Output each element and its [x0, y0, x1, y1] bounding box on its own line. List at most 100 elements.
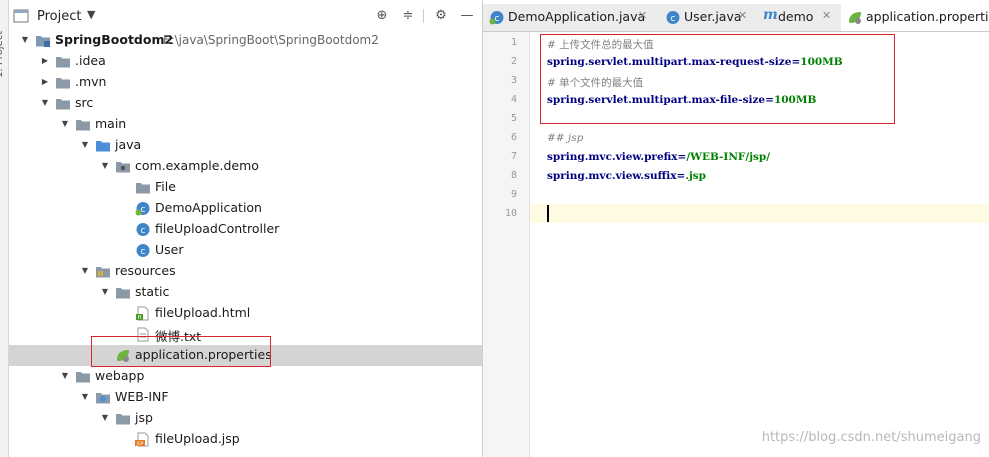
tree-row[interactable]: ▼ main [9, 114, 482, 135]
line-number: 5 [510, 113, 517, 124]
spring-boot-class-icon: c [489, 10, 505, 25]
highlight-box-properties-file [91, 336, 271, 367]
tree-row[interactable]: HfileUpload.html [9, 303, 482, 324]
spring-boot-class-icon: c [135, 201, 151, 216]
property-separator: = [676, 170, 686, 182]
tree-row[interactable]: ▼ SpringBootdom2 E:\java\SpringBoot\Spring… [9, 30, 482, 51]
folder-icon [135, 180, 151, 195]
source-folder-icon [95, 138, 111, 153]
tree-item-label: java [115, 137, 142, 152]
tree-item-label: fileUpload.html [155, 305, 251, 320]
line-number: 2 [510, 56, 517, 67]
tab-label: DemoApplication.java [508, 9, 646, 24]
tree-item-label: File [155, 179, 176, 194]
tree-item-label: jsp [135, 410, 153, 425]
chevron-down-icon[interactable]: ▼ [79, 390, 91, 404]
maven-icon: m [763, 7, 779, 25]
tree-row[interactable]: ▼ WEB-INF [9, 387, 482, 408]
folder-icon [115, 411, 131, 426]
tree-row[interactable]: ▶ .mvn [9, 72, 482, 93]
project-tree: ▼ SpringBootdom2 E:\java\SpringBoot\Spring… [9, 30, 482, 457]
close-icon[interactable]: ✕ [822, 9, 831, 22]
tree-row[interactable]: c fileUploadController [9, 219, 482, 240]
folder-icon [75, 369, 91, 384]
tab-label: User.java [684, 9, 742, 24]
line-number: 6 [510, 132, 517, 143]
tree-item-label: fileUploadController [155, 221, 280, 236]
tab-label: application.properties [866, 9, 989, 24]
close-icon[interactable]: ✕ [738, 9, 747, 22]
tree-row[interactable]: ▼ webapp [9, 366, 482, 387]
property-key: spring.mvc.view.suffix [547, 170, 677, 182]
tree-item-label: webapp [95, 368, 145, 383]
editor-tab[interactable]: c DemoApplication.java ✕ [483, 4, 657, 31]
tree-row[interactable]: ▶ .idea [9, 51, 482, 72]
highlight-box-upload-settings [540, 34, 895, 124]
tree-row[interactable]: File [9, 177, 482, 198]
chevron-down-icon[interactable]: ▼ [39, 96, 51, 110]
tree-row[interactable]: ▼ java [9, 135, 482, 156]
chevron-down-icon[interactable]: ▼ [99, 285, 111, 299]
line-number: 10 [504, 208, 517, 219]
chevron-down-icon[interactable]: ▼ [19, 33, 31, 47]
text-cursor [547, 205, 549, 222]
folder-icon [75, 117, 91, 132]
chevron-down-icon[interactable]: ▼ [59, 369, 71, 383]
folder-icon [55, 54, 71, 69]
project-view-selector[interactable]: Project [37, 9, 81, 24]
tree-item-label: DemoApplication [155, 200, 262, 215]
chevron-down-icon[interactable]: ▼ [87, 8, 95, 21]
hide-panel-icon[interactable]: — [458, 7, 476, 25]
svg-text:c: c [141, 247, 146, 257]
tree-row[interactable]: ▼ jsp [9, 408, 482, 429]
project-tool-window-strip[interactable]: 1: Project [0, 0, 9, 457]
collapse-all-icon[interactable]: ≑ [399, 7, 417, 25]
tree-row[interactable]: c DemoApplication [9, 198, 482, 219]
editor-tab-bar: c DemoApplication.java ✕ c User.java ✕ m demo ✕ a… [483, 4, 989, 32]
editor-tab[interactable]: application.properties [841, 4, 989, 31]
class-icon: c [665, 10, 681, 25]
editor-tab[interactable]: m demo ✕ [757, 4, 839, 31]
property-value: .jsp [685, 170, 707, 182]
chevron-down-icon[interactable]: ▼ [79, 138, 91, 152]
close-icon[interactable]: ✕ [638, 9, 647, 22]
folder-icon [115, 285, 131, 300]
tree-item-label: SpringBootdom2 [55, 32, 174, 47]
locate-file-icon[interactable]: ⊕ [373, 7, 391, 25]
line-number: 1 [510, 37, 517, 48]
chevron-down-icon[interactable]: ▼ [79, 264, 91, 278]
folder-icon [55, 96, 71, 111]
chevron-down-icon[interactable]: ▼ [59, 117, 71, 131]
tree-item-label: src [75, 95, 94, 110]
tree-row[interactable]: ▼ src [9, 93, 482, 114]
editor-tab[interactable]: c User.java ✕ [659, 4, 755, 31]
resources-folder-icon [95, 264, 111, 279]
gear-icon[interactable]: ⚙ [432, 7, 450, 25]
tree-item-label: resources [115, 263, 176, 278]
web-folder-icon [95, 390, 111, 405]
module-folder-icon [35, 33, 51, 48]
tree-item-label: fileUpload.jsp [155, 431, 240, 446]
code-line: ## jsp [547, 132, 583, 144]
line-number: 7 [510, 151, 517, 162]
tree-row[interactable]: ▼ static [9, 282, 482, 303]
tree-row[interactable]: JSP fileUpload.jsp [9, 429, 482, 450]
tree-row[interactable]: ▼ resources [9, 261, 482, 282]
chevron-right-icon[interactable]: ▶ [39, 75, 51, 89]
chevron-down-icon[interactable]: ▼ [99, 411, 111, 425]
property-value: /WEB-INF/jsp/ [686, 151, 771, 163]
chevron-down-icon[interactable]: ▼ [99, 159, 111, 173]
tree-row[interactable]: ▼ com.example.demo [9, 156, 482, 177]
tree-item-label: main [95, 116, 127, 131]
tab-label: demo [778, 9, 814, 24]
maven-icon-glyph: m [763, 7, 778, 23]
tree-item-label: User [155, 242, 184, 257]
svg-text:c: c [141, 226, 146, 236]
comment-text: ## jsp [547, 132, 584, 144]
tree-row[interactable]: c User [9, 240, 482, 261]
line-number: 4 [510, 94, 517, 105]
jsp-file-icon: JSP [135, 432, 151, 447]
chevron-right-icon[interactable]: ▶ [39, 54, 51, 68]
package-icon [115, 159, 131, 174]
class-icon: c [135, 222, 151, 237]
